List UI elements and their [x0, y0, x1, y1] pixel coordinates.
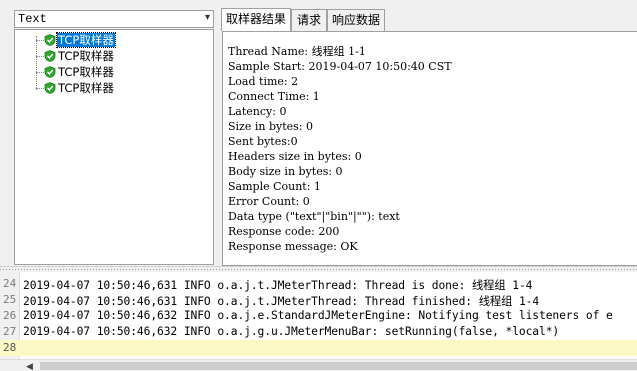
sampler-result-line: Connect Time: 1	[228, 90, 320, 103]
splitter-grip	[0, 269, 637, 270]
tree-item-sampler[interactable]: TCP取样器	[15, 32, 215, 48]
log-line-current: 28	[0, 340, 637, 356]
chevron-down-icon[interactable]: ▾	[205, 12, 210, 23]
sampler-result-text: Thread Name: 线程组 1-1 Sample Start: 2019-0…	[228, 44, 452, 254]
log-line: 25 2019-04-07 10:50:46,631 INFO o.a.j.t.…	[0, 292, 637, 308]
sampler-result-line: Response message: OK	[228, 240, 358, 253]
tree-item-label: TCP取样器	[58, 81, 114, 95]
log-line: 24 2019-04-07 10:50:46,631 INFO o.a.j.t.…	[0, 276, 637, 292]
tree-item-sampler[interactable]: TCP取样器	[15, 48, 215, 64]
tree-item-label: TCP取样器	[58, 65, 114, 79]
sampler-result-line: Sample Count: 1	[228, 180, 321, 193]
line-number: 25	[3, 293, 17, 306]
renderer-select[interactable]: Text ▾	[14, 10, 214, 28]
tree-item-label: TCP取样器	[58, 49, 114, 63]
sampler-result-line: Sent bytes:0	[228, 135, 298, 148]
tab-label: 响应数据	[331, 13, 380, 27]
green-checkmark-shield-icon	[44, 66, 56, 78]
sampler-result-line: Latency: 0	[228, 105, 287, 118]
sampler-result-panel[interactable]: Thread Name: 线程组 1-1 Sample Start: 2019-0…	[222, 31, 637, 266]
tab-label: 取样器结果	[225, 12, 286, 26]
line-number: 27	[3, 325, 17, 338]
tab-label: 请求	[296, 13, 321, 27]
result-tabs: 取样器结果 请求 响应数据	[221, 8, 637, 31]
results-tree: TCP取样器 TCP取样器 TCP取样器 TCP取样器	[14, 29, 214, 265]
log-line: 26 2019-04-07 10:50:46,632 INFO o.a.j.e.…	[0, 308, 637, 324]
green-checkmark-shield-icon	[44, 50, 56, 62]
tab-sampler-result[interactable]: 取样器结果	[221, 8, 291, 31]
sampler-result-line: Sample Start: 2019-04-07 10:50:40 CST	[228, 60, 452, 73]
line-number: 26	[3, 309, 17, 322]
log-text: 2019-04-07 10:50:46,631 INFO o.a.j.t.JMe…	[23, 279, 533, 292]
green-checkmark-shield-icon	[44, 82, 56, 94]
horizontal-scrollbar[interactable]: ◀	[0, 359, 637, 371]
log-text: 2019-04-07 10:50:46,632 INFO o.a.j.e.Sta…	[23, 309, 613, 322]
sampler-result-line: Error Count: 0	[228, 195, 310, 208]
tree-item-label: TCP取样器	[56, 32, 116, 48]
line-number: 24	[3, 277, 17, 290]
sampler-result-line: Load time: 2	[228, 75, 299, 88]
log-viewer[interactable]: 24 2019-04-07 10:50:46,631 INFO o.a.j.t.…	[0, 272, 637, 359]
line-number: 28	[3, 341, 17, 354]
tab-request[interactable]: 请求	[291, 9, 327, 31]
log-text: 2019-04-07 10:50:46,632 INFO o.a.j.g.u.J…	[23, 325, 560, 338]
tree-item-sampler[interactable]: TCP取样器	[15, 64, 215, 80]
tab-response-data[interactable]: 响应数据	[327, 9, 385, 31]
log-line: 27 2019-04-07 10:50:46,632 INFO o.a.j.g.…	[0, 324, 637, 340]
renderer-select-value: Text	[18, 12, 47, 26]
sampler-result-line: Body size in bytes: 0	[228, 165, 343, 178]
scroll-left-arrow-icon[interactable]: ◀	[26, 361, 33, 371]
sampler-result-line: Data type ("text"|"bin"|""): text	[228, 210, 400, 223]
sampler-result-line: Response code: 200	[228, 225, 340, 238]
tree-item-sampler[interactable]: TCP取样器	[15, 80, 215, 96]
sampler-result-line: Size in bytes: 0	[228, 120, 313, 133]
green-checkmark-shield-icon	[44, 34, 56, 46]
log-text: 2019-04-07 10:50:46,631 INFO o.a.j.t.JMe…	[23, 295, 540, 308]
sampler-result-line: Headers size in bytes: 0	[228, 150, 362, 163]
sampler-result-line: Thread Name: 线程组 1-1	[228, 45, 366, 58]
scrollbar-thumb[interactable]	[40, 362, 637, 370]
